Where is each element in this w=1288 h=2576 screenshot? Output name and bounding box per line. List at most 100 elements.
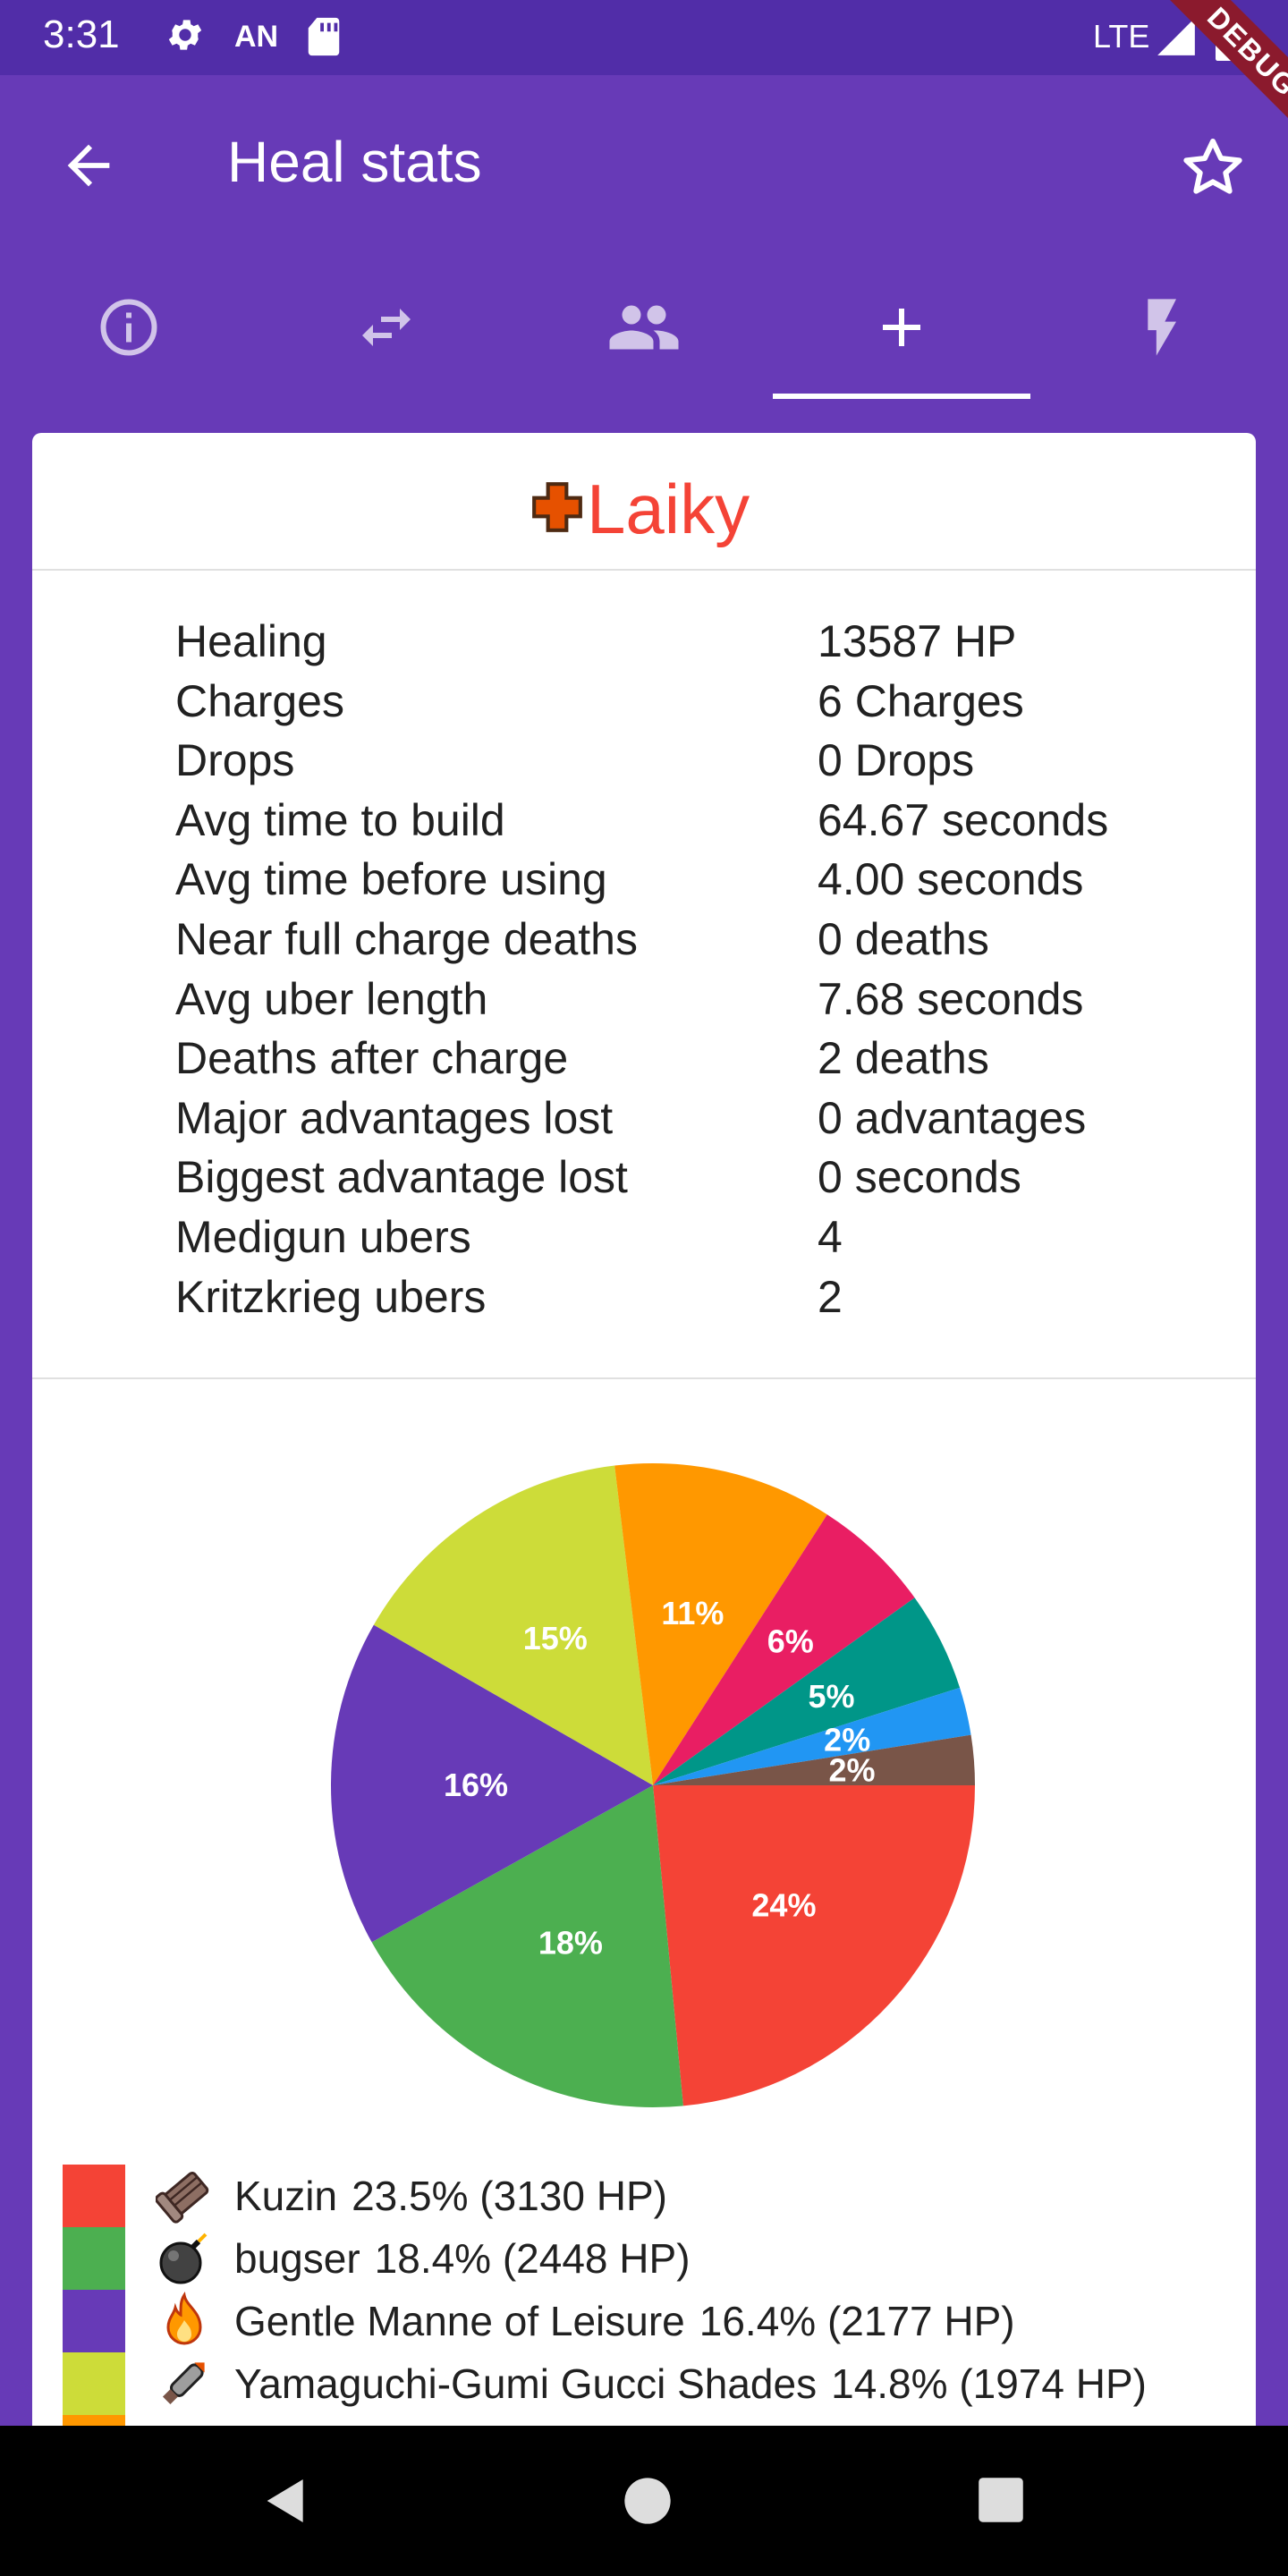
legend-swatch xyxy=(63,2352,125,2415)
stat-value: 0 Drops xyxy=(818,735,975,786)
pie-slice-label: 6% xyxy=(767,1623,814,1659)
nav-back-icon[interactable] xyxy=(258,2472,315,2529)
stat-row: Avg uber length 7.68 seconds xyxy=(175,973,1249,1033)
plus-icon xyxy=(883,309,920,346)
stat-label: Avg time before using xyxy=(175,854,607,905)
stat-value: 2 xyxy=(818,1271,843,1322)
heal-stats-card: Laiky Healing 13587 HP Charges 6 Charges D… xyxy=(32,433,1256,2490)
stat-value: 4 xyxy=(818,1211,843,1262)
pie-slice-label: 18% xyxy=(538,1924,603,1961)
rocket-icon xyxy=(162,2362,205,2405)
lightning-icon xyxy=(1148,299,1176,356)
player-header: Laiky xyxy=(32,433,1256,571)
legend-label: Gentle Manne of Leisure 16.4% (2177 HP) xyxy=(234,2297,1015,2345)
legend-name: bugser xyxy=(234,2235,360,2282)
legend-percent: 14.8% (1974 HP) xyxy=(831,2360,1147,2407)
pie-slice-label: 15% xyxy=(523,1620,588,1657)
stat-value: 4.00 seconds xyxy=(818,854,1084,905)
stat-label: Deaths after charge xyxy=(175,1033,569,1084)
legend-label: Yamaguchi-Gumi Gucci Shades 14.8% (1974 H… xyxy=(234,2360,1147,2408)
legend-item: Gentle Manne of Leisure 16.4% (2177 HP) xyxy=(63,2290,1243,2352)
bomb-icon xyxy=(159,2233,208,2284)
tab-lightning[interactable] xyxy=(1030,254,1288,401)
legend-percent: 18.4% (2448 HP) xyxy=(374,2235,691,2282)
nav-recents-icon[interactable] xyxy=(977,2476,1025,2524)
selected-tab-indicator xyxy=(773,394,1030,399)
pie-slice-label: 24% xyxy=(751,1886,816,1923)
stat-row: Medigun ubers 4 xyxy=(175,1211,1249,1271)
tab-people[interactable] xyxy=(515,254,773,401)
nav-home-icon[interactable] xyxy=(623,2476,673,2526)
legend-swatch xyxy=(63,2227,125,2290)
page-title: Heal stats xyxy=(227,130,482,194)
stat-label: Drops xyxy=(175,735,295,786)
legend-item: bugser 18.4% (2448 HP) xyxy=(63,2227,1243,2290)
system-nav-bar xyxy=(0,2426,1288,2576)
star-outline-icon xyxy=(1183,139,1242,194)
stat-label: Kritzkrieg ubers xyxy=(175,1271,487,1322)
stat-label: Avg uber length xyxy=(175,973,488,1024)
stat-label: Major advantages lost xyxy=(175,1092,614,1143)
stat-value: 0 advantages xyxy=(818,1092,1087,1143)
tab-bar xyxy=(0,254,1288,401)
stat-value: 6 Charges xyxy=(818,675,1024,726)
status-time: 3:31 xyxy=(43,13,120,56)
stat-row: Avg time before using 4.00 seconds xyxy=(175,853,1249,913)
sd-card-icon xyxy=(306,16,342,62)
legend-item: Kuzin 23.5% (3130 HP) xyxy=(63,2165,1243,2227)
minigun-icon xyxy=(156,2171,209,2224)
back-arrow-button[interactable] xyxy=(57,134,120,197)
stat-row: Kritzkrieg ubers 2 xyxy=(175,1271,1249,1331)
status-carrier: AN xyxy=(234,20,279,54)
stat-row: Deaths after charge 2 deaths xyxy=(175,1032,1249,1092)
tab-heal-stats[interactable] xyxy=(773,254,1030,401)
medic-cross-icon xyxy=(532,482,582,532)
stat-row: Near full charge deaths 0 deaths xyxy=(175,913,1249,973)
swap-icon xyxy=(362,309,411,346)
pie-slice-label: 16% xyxy=(444,1767,508,1803)
people-icon xyxy=(609,305,679,350)
stat-value: 7.68 seconds xyxy=(818,973,1084,1024)
legend-name: Gentle Manne of Leisure xyxy=(234,2298,685,2344)
stat-label: Healing xyxy=(175,616,327,666)
stat-value: 0 seconds xyxy=(818,1152,1021,1203)
stat-row: Healing 13587 HP xyxy=(175,615,1249,675)
legend-swatch xyxy=(63,2290,125,2352)
fire-icon xyxy=(166,2292,202,2345)
pie-slice xyxy=(653,1785,975,2106)
legend-name: Kuzin xyxy=(234,2173,338,2219)
info-icon xyxy=(100,299,157,356)
stat-value: 0 deaths xyxy=(818,913,989,964)
back-arrow-icon xyxy=(67,144,110,187)
status-network: LTE xyxy=(1093,18,1150,55)
stat-value: 64.67 seconds xyxy=(818,794,1109,845)
legend-name: Yamaguchi-Gumi Gucci Shades xyxy=(234,2360,818,2407)
legend-percent: 23.5% (3130 HP) xyxy=(352,2173,667,2219)
player-name: Laiky xyxy=(587,470,750,548)
stat-row: Major advantages lost 0 advantages xyxy=(175,1092,1249,1152)
legend-swatch xyxy=(63,2165,125,2227)
legend-label: Kuzin 23.5% (3130 HP) xyxy=(234,2172,667,2220)
stats-list: Healing 13587 HP Charges 6 Charges Drops 0 … xyxy=(175,615,1249,1330)
favorite-star-button[interactable] xyxy=(1177,132,1249,204)
status-bar: 3:31 AN LTE xyxy=(0,0,1288,75)
section-divider xyxy=(32,1377,1256,1379)
pie-slice-label: 2% xyxy=(828,1751,875,1788)
tab-swap[interactable] xyxy=(258,254,515,401)
stat-label: Charges xyxy=(175,675,344,726)
stat-label: Medigun ubers xyxy=(175,1211,471,1262)
app-bar: Heal stats xyxy=(0,75,1288,254)
legend-item: Yamaguchi-Gumi Gucci Shades 14.8% (1974 H… xyxy=(63,2352,1243,2415)
stat-row: Avg time to build 64.67 seconds xyxy=(175,794,1249,854)
stat-row: Biggest advantage lost 0 seconds xyxy=(175,1151,1249,1211)
stat-label: Near full charge deaths xyxy=(175,913,638,964)
stat-label: Avg time to build xyxy=(175,794,505,845)
stat-row: Drops 0 Drops xyxy=(175,734,1249,794)
legend-percent: 16.4% (2177 HP) xyxy=(699,2298,1015,2344)
pie-slice-label: 11% xyxy=(661,1595,724,1631)
pie-slice-label: 5% xyxy=(808,1678,854,1715)
stat-value: 13587 HP xyxy=(818,616,1017,666)
stat-label: Biggest advantage lost xyxy=(175,1152,628,1203)
healing-pie-chart: 24%18%16%15%11%6%5%2%2% xyxy=(330,1463,975,2107)
tab-info[interactable] xyxy=(0,254,258,401)
